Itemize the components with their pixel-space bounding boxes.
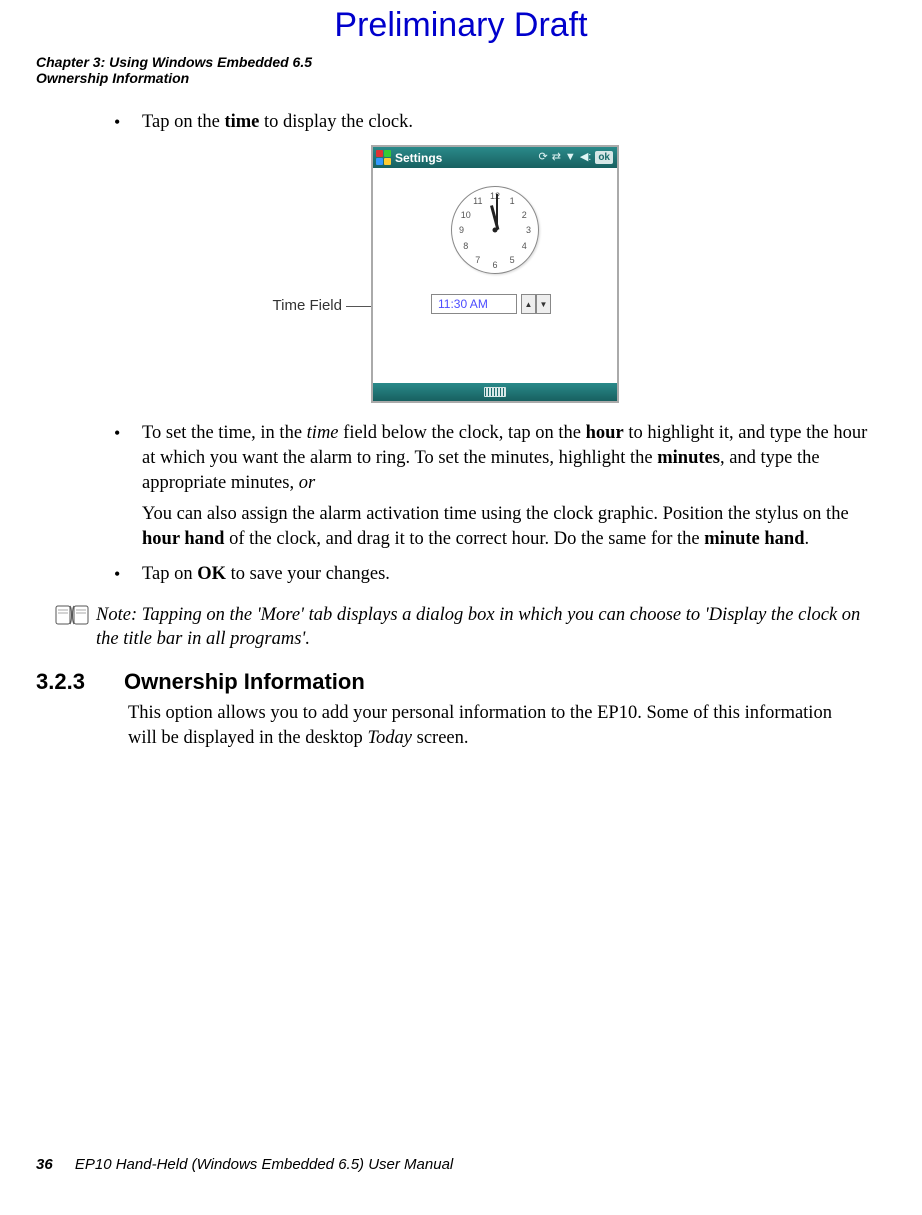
clock-number-1: 1 [510,196,515,206]
time-spin-up[interactable]: ▲ [521,294,536,314]
clock-settings-figure: Time Field Settings ⟳ ⇄ ▼ ◀: ok 12 1 2 [36,145,886,403]
text: screen. [412,728,469,748]
page-footer: 36 EP10 Hand-Held (Windows Embedded 6.5)… [36,1156,453,1173]
text: To set the time, in the [142,423,307,443]
text: Tap on the [142,112,224,132]
window-title: Settings [395,151,442,165]
text: Tap on [142,564,197,584]
clock-number-12: 12 [490,191,500,201]
text: You can also assign the alarm activation… [142,504,849,524]
text-italic-or: or [299,473,315,493]
page-number: 36 [36,1156,53,1173]
clock-number-9: 9 [459,225,464,235]
note-body: Tapping on the 'More' tab displays a dia… [96,605,860,649]
manual-title: EP10 Hand-Held (Windows Embedded 6.5) Us… [75,1156,453,1173]
chapter-header-line1: Chapter 3: Using Windows Embedded 6.5 [36,55,886,70]
device-menubar [373,383,617,401]
text-bold-minutes: minutes [657,448,720,468]
time-spin-down[interactable]: ▼ [536,294,551,314]
section-title: Ownership Information [124,669,365,694]
clock-number-6: 6 [492,260,497,270]
clock-number-2: 2 [522,210,527,220]
clock-number-5: 5 [510,255,515,265]
analog-clock[interactable]: 12 1 2 3 4 5 6 7 8 9 10 11 [451,186,539,274]
text: of the clock, and drag it to the correct… [224,529,704,549]
volume-icon[interactable]: ◀: [580,152,592,163]
text: . [805,529,810,549]
text-italic-time: time [307,423,339,443]
clock-number-3: 3 [526,225,531,235]
ok-button[interactable]: ok [595,151,613,164]
preliminary-draft-title: Preliminary Draft [36,6,886,45]
bullet-tap-ok: Tap on OK to save your changes. [108,562,876,587]
keyboard-icon[interactable] [484,387,506,397]
text-bold-hour: hour [586,423,624,443]
clock-number-7: 7 [475,255,480,265]
clock-number-10: 10 [461,210,471,220]
connection-icon[interactable]: ⇄ [552,152,561,163]
bullet-set-time: To set the time, in the time field below… [108,421,876,552]
book-icon [54,603,92,629]
callout-time-field: Time Field [252,297,342,314]
text: to save your changes. [226,564,390,584]
section-number: 3.2.3 [36,669,124,695]
device-screenshot: Settings ⟳ ⇄ ▼ ◀: ok 12 1 2 3 4 5 6 [371,145,619,403]
text: This option allows you to add your perso… [128,703,832,748]
text-bold-hour-hand: hour hand [142,529,224,549]
chapter-header-line2: Ownership Information [36,70,886,86]
clock-number-8: 8 [463,241,468,251]
note-prefix: Note: [96,605,142,625]
bullet-tap-time: Tap on the time to display the clock. [108,110,876,135]
text: to display the clock. [259,112,413,132]
text-bold-minute-hand: minute hand [704,529,804,549]
clock-number-4: 4 [522,241,527,251]
signal-icon[interactable]: ▼ [565,152,576,163]
section-323-body: This option allows you to add your perso… [128,701,886,751]
text-bold-ok: OK [197,564,226,584]
note-block: Note: Tapping on the 'More' tab displays… [54,603,886,651]
sync-icon[interactable]: ⟳ [538,152,547,163]
windows-start-icon[interactable] [375,149,392,166]
text-bold-time: time [224,112,259,132]
window-titlebar: Settings ⟳ ⇄ ▼ ◀: ok [373,147,617,168]
text-italic-today: Today [367,728,412,748]
section-heading-323: 3.2.3Ownership Information [36,669,886,695]
clock-center-dot [493,228,498,233]
clock-number-11: 11 [473,196,482,206]
text: field below the clock, tap on the [339,423,586,443]
time-input-field[interactable]: 11:30 AM [431,294,517,314]
